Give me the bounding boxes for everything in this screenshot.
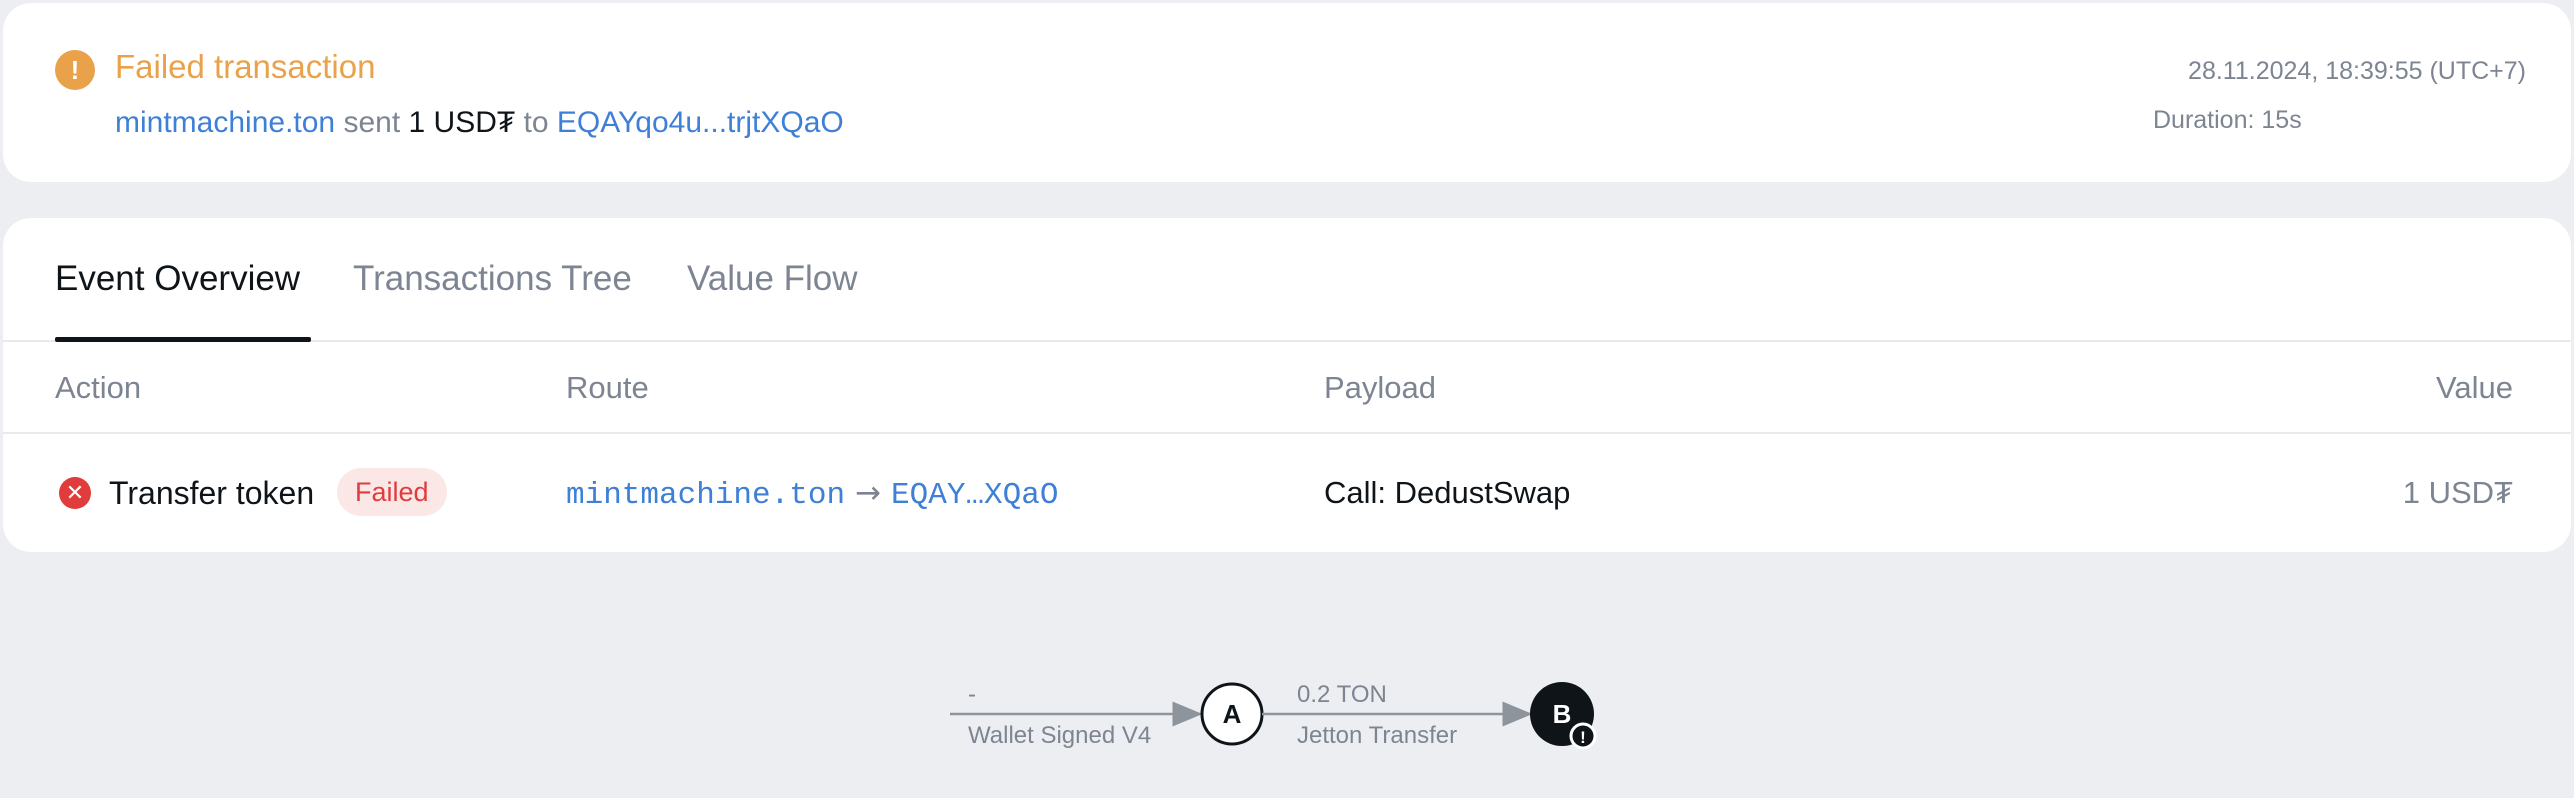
node-a[interactable]: A <box>1200 682 1264 746</box>
value: 1 USD₮ <box>2402 475 2513 510</box>
value-flow-diagram: - Wallet Signed V4 A 0.2 TON Jetton Tran… <box>950 681 1597 750</box>
route-to-link[interactable]: EQAY…XQaO <box>891 478 1058 513</box>
tab-value-flow[interactable]: Value Flow <box>687 256 858 302</box>
summary-amount: 1 USD₮ <box>408 106 516 139</box>
summary-verb: sent <box>343 106 401 139</box>
transaction-summary: mintmachine.ton sent 1 USD₮ to EQAYqo4u.… <box>115 103 844 143</box>
duration: Duration: 15s <box>2153 106 2302 134</box>
tab-event-overview[interactable]: Event Overview <box>55 256 300 302</box>
node-b[interactable]: B ! <box>1530 682 1597 750</box>
edge2-top-label: 0.2 TON <box>1297 681 1387 708</box>
status-badge: Failed <box>337 468 447 516</box>
payload: Call: DedustSwap <box>1324 475 1571 510</box>
event-card: Event Overview Transactions Tree Value F… <box>3 218 2571 552</box>
column-header-payload: Payload <box>1324 370 1437 405</box>
edge1-bottom-label: Wallet Signed V4 <box>968 722 1151 749</box>
table-row[interactable]: ✕ Transfer token Failed mintmachine.ton →… <box>3 434 2571 552</box>
status-title: Failed transaction <box>115 48 376 85</box>
summary-prep: to <box>523 106 549 139</box>
timestamp: 28.11.2024, 18:39:55 (UTC+7) <box>2188 57 2526 85</box>
exclamation-icon: ! <box>55 50 95 90</box>
table-header: Action Route Payload Value <box>3 342 2571 434</box>
node-a-label: A <box>1223 699 1242 729</box>
sender-link[interactable]: mintmachine.ton <box>115 106 335 139</box>
svg-text:!: ! <box>1580 728 1586 747</box>
column-header-value: Value <box>2436 370 2513 405</box>
column-header-action: Action <box>55 370 142 405</box>
transaction-header-card: ! Failed transaction mintmachine.ton sen… <box>3 3 2571 182</box>
edge1-top-label: - <box>968 681 976 708</box>
error-badge-icon: ! <box>1569 722 1597 750</box>
tab-bar: Event Overview Transactions Tree Value F… <box>3 218 2571 342</box>
edge2-bottom-label: Jetton Transfer <box>1297 722 1457 749</box>
recipient-link[interactable]: EQAYqo4u...trjtXQaO <box>557 106 844 139</box>
arrow-right-icon: → <box>855 475 882 511</box>
action-label: Transfer token <box>109 475 315 511</box>
close-circle-icon: ✕ <box>59 477 91 509</box>
column-header-route: Route <box>566 370 649 405</box>
tab-transactions-tree[interactable]: Transactions Tree <box>353 256 632 302</box>
route: mintmachine.ton → EQAY…XQaO <box>566 472 1058 517</box>
route-from-link[interactable]: mintmachine.ton <box>566 478 845 513</box>
node-b-label: B <box>1553 699 1572 729</box>
